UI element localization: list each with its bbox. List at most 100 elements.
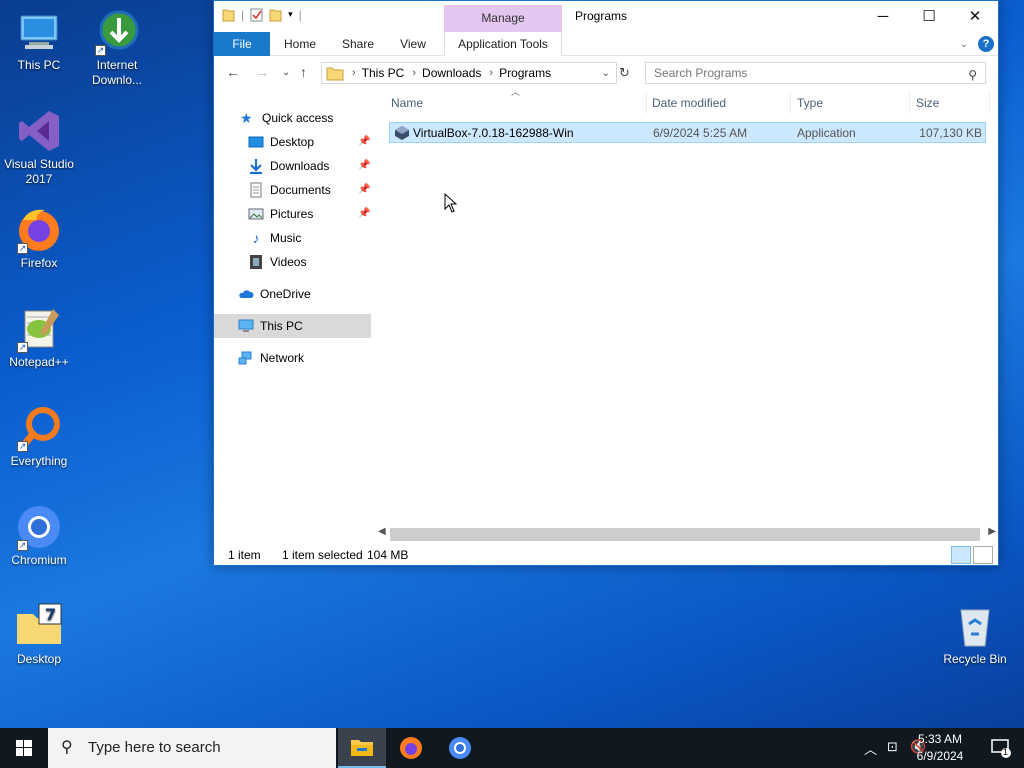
breadcrumb-this-pc[interactable]: This PC xyxy=(362,66,405,80)
details-view-icon[interactable] xyxy=(951,546,971,564)
column-header-size[interactable]: Size xyxy=(910,92,990,114)
scroll-left-icon[interactable]: ◀ xyxy=(378,526,386,537)
this-pc-icon xyxy=(15,8,63,56)
taskbar-firefox[interactable] xyxy=(387,728,435,768)
address-bar[interactable]: › This PC › Downloads › Programs ⌄ xyxy=(321,62,617,84)
desktop-icon-label: Visual Studio 2017 xyxy=(4,157,74,186)
breadcrumb-separator: › xyxy=(412,67,417,79)
nav-desktop[interactable]: Desktop xyxy=(248,130,314,154)
notification-center-button[interactable]: 1 xyxy=(990,738,1012,758)
column-header-name[interactable]: Name xyxy=(385,92,647,114)
navigation-bar: ← → ⌄ ↑ › This PC › Downloads › Programs… xyxy=(214,56,998,90)
expand-ribbon-icon[interactable]: ⌄ xyxy=(960,39,968,50)
tab-share[interactable]: Share xyxy=(337,32,379,56)
folder-icon xyxy=(326,67,344,81)
taskbar-file-explorer[interactable] xyxy=(338,728,386,768)
scrollbar-thumb[interactable] xyxy=(390,528,980,541)
nav-label: Documents xyxy=(270,183,331,197)
status-selection-size: 104 MB xyxy=(367,548,409,562)
tab-home[interactable]: Home xyxy=(277,32,323,56)
taskbar-search-box[interactable]: ⚲ Type here to search xyxy=(48,728,336,768)
windows-logo-icon xyxy=(16,740,32,756)
up-arrow-icon[interactable]: ↑ xyxy=(300,64,307,80)
scroll-right-icon[interactable]: ▶ xyxy=(988,526,996,537)
nav-onedrive[interactable]: OneDrive xyxy=(238,282,311,306)
nav-music[interactable]: ♪ Music xyxy=(248,226,302,250)
video-film-icon xyxy=(250,255,262,269)
music-note-icon: ♪ xyxy=(252,230,260,246)
nav-label: Quick access xyxy=(262,111,334,125)
close-button[interactable]: ✕ xyxy=(952,1,998,32)
search-input[interactable]: Search Programs ⚲ xyxy=(645,62,986,84)
chromium-icon xyxy=(449,737,471,759)
minimize-button[interactable]: ─ xyxy=(860,1,906,32)
shortcut-arrow-icon: ↗ xyxy=(95,45,106,56)
breadcrumb-separator: › xyxy=(352,67,356,79)
desktop-icon-everything[interactable]: ↗ Everything xyxy=(1,404,77,469)
nav-videos[interactable]: Videos xyxy=(248,250,306,274)
title-bar[interactable]: | ▾ | Manage Programs ─ ☐ ✕ xyxy=(214,1,998,32)
file-explorer-window[interactable]: | ▾ | Manage Programs ─ ☐ ✕ File Home Sh… xyxy=(213,0,999,566)
desktop-icon-label: Everything xyxy=(10,454,68,468)
nav-quick-access[interactable]: ★ Quick access xyxy=(240,106,333,130)
network-tray-icon[interactable]: ⊡ xyxy=(887,739,898,755)
tab-application-tools[interactable]: Application Tools xyxy=(444,32,562,56)
forward-arrow-icon[interactable]: → xyxy=(255,64,269,80)
nav-this-pc[interactable]: This PC xyxy=(214,314,371,338)
customize-qat-icon[interactable]: ▾ xyxy=(288,9,293,20)
clock[interactable]: 5:33 AM 6/9/2024 xyxy=(904,731,976,765)
desktop-icon-notepad-plus-plus[interactable]: ↗ Notepad++ xyxy=(1,305,77,370)
desktop-icon-visual-studio[interactable]: Visual Studio 2017 xyxy=(1,107,77,187)
quick-access-toolbar: | ▾ | xyxy=(222,7,302,22)
file-explorer-icon xyxy=(351,740,373,756)
nav-downloads[interactable]: Downloads xyxy=(248,154,329,178)
back-arrow-icon[interactable]: ← xyxy=(226,64,240,80)
status-selection: 1 item selected xyxy=(282,548,363,562)
desktop-icon-internet-download-manager[interactable]: ↗ Internet Downlo... xyxy=(79,8,155,88)
taskbar: ⚲ Type here to search ︿ ⊡ 🔇 5:33 AM 6/9/… xyxy=(0,728,1024,768)
breadcrumb-downloads[interactable]: Downloads xyxy=(422,66,481,80)
file-date-modified: 6/9/2024 5:25 AM xyxy=(653,126,748,140)
pin-icon: 📌 xyxy=(358,160,371,171)
nav-documents[interactable]: Documents xyxy=(248,178,331,202)
taskbar-chromium[interactable] xyxy=(436,728,484,768)
desktop-icon-desktop-folder[interactable]: 7 Desktop xyxy=(1,602,77,667)
address-dropdown-icon[interactable]: ⌄ xyxy=(602,68,610,79)
breadcrumb-separator: › xyxy=(489,67,494,79)
manage-contextual-tab[interactable]: Manage xyxy=(444,5,562,32)
system-tray: ︿ ⊡ 🔇 5:33 AM 6/9/2024 1 xyxy=(824,728,1024,768)
clock-time: 5:33 AM xyxy=(917,732,963,746)
horizontal-scrollbar[interactable]: ◀ ▶ xyxy=(376,526,998,543)
pin-icon: 📌 xyxy=(358,184,371,195)
recent-locations-icon[interactable]: ⌄ xyxy=(282,67,290,78)
pictures-icon xyxy=(248,208,264,220)
nav-pictures[interactable]: Pictures xyxy=(248,202,313,226)
file-row[interactable]: VirtualBox-7.0.18-162988-Win 6/9/2024 5:… xyxy=(389,122,986,143)
file-size: 107,130 KB xyxy=(919,126,982,140)
properties-icon[interactable] xyxy=(250,7,263,22)
column-header-type[interactable]: Type xyxy=(791,92,910,114)
maximize-button[interactable]: ☐ xyxy=(906,1,952,32)
nav-network[interactable]: Network xyxy=(238,346,304,370)
search-icon: ⚲ xyxy=(61,739,73,756)
start-button[interactable] xyxy=(0,728,48,768)
desktop-icon-recycle-bin[interactable]: Recycle Bin xyxy=(937,602,1013,667)
column-header-date-modified[interactable]: Date modified xyxy=(646,92,791,114)
large-icons-view-icon[interactable] xyxy=(973,546,993,564)
new-folder-icon[interactable] xyxy=(269,7,282,22)
recycle-bin-icon xyxy=(951,602,999,650)
desktop-icon-chromium[interactable]: ↗ Chromium xyxy=(1,503,77,568)
tab-file[interactable]: File xyxy=(214,32,270,56)
desktop-icon-this-pc[interactable]: This PC xyxy=(1,8,77,73)
document-icon xyxy=(250,182,262,198)
show-hidden-icons-icon[interactable]: ︿ xyxy=(864,739,877,758)
network-icon xyxy=(238,351,252,365)
help-icon[interactable]: ? xyxy=(978,36,994,52)
refresh-icon[interactable]: ↻ xyxy=(619,65,630,81)
folder-icon[interactable] xyxy=(222,7,235,22)
nav-label: Network xyxy=(260,351,305,365)
breadcrumb-programs[interactable]: Programs xyxy=(499,66,551,80)
desktop-icon-firefox[interactable]: ↗ Firefox xyxy=(1,206,77,271)
tab-view[interactable]: View xyxy=(395,32,431,56)
search-icon: ⚲ xyxy=(968,68,977,82)
